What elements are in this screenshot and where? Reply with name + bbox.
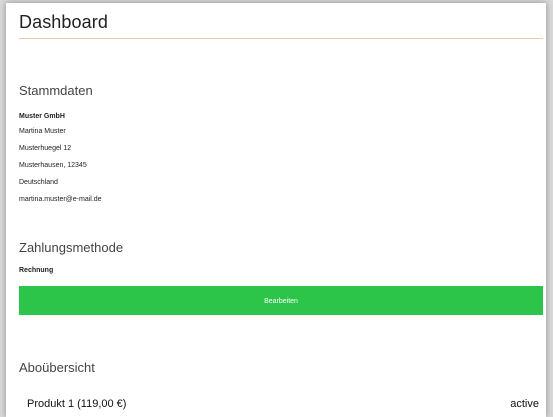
subscription-row[interactable]: Produkt 1 (119,00 €) active — [19, 398, 543, 414]
abo-heading: Aboübersicht — [19, 360, 95, 375]
title-divider — [19, 38, 543, 39]
contact-name: Martina Muster — [19, 128, 66, 135]
payment-method: Rechnung — [19, 267, 54, 274]
dashboard-window: Dashboard Stammdaten Muster GmbH Martina… — [6, 3, 546, 417]
subscription-status: active — [510, 398, 539, 410]
city-postcode: Musterhausen, 12345 — [19, 162, 87, 169]
edit-button[interactable]: Bearbeiten — [19, 286, 543, 315]
email-address: martina.muster@e-mail.de — [19, 196, 102, 203]
company-name: Muster GmbH — [19, 113, 65, 120]
zahlungsmethode-heading: Zahlungsmethode — [19, 240, 124, 255]
page-title: Dashboard — [19, 12, 108, 32]
stammdaten-heading: Stammdaten — [19, 83, 93, 98]
subscription-product-name: Produkt 1 (119,00 €) — [27, 398, 127, 410]
street-address: Musterhuegel 12 — [19, 145, 72, 152]
country: Deutschland — [19, 179, 58, 186]
